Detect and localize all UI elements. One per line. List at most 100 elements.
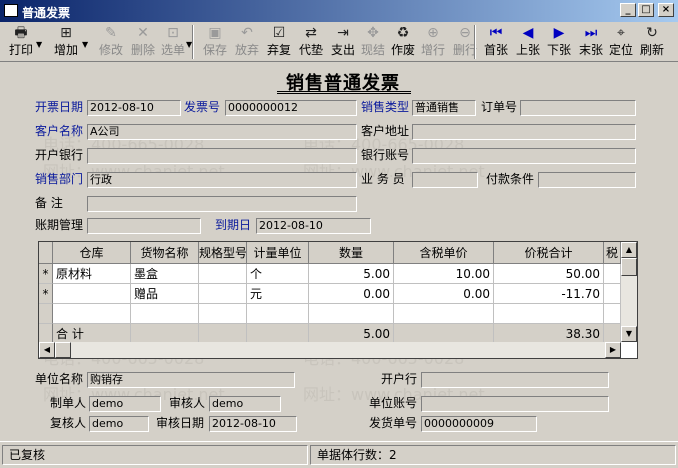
invoice-line-grid[interactable]: 仓库 货物名称 规格型号 计量单位 数量 含税单价 价税合计 税 * 原材料 墨…	[38, 241, 638, 359]
select-doc-icon: ⊡	[167, 25, 179, 41]
review-date-label: 审核日期	[156, 416, 205, 430]
save-icon: ▣	[208, 25, 222, 41]
toolbar-button-last-record[interactable]: ⏭ 末张	[576, 24, 606, 60]
scroll-up-icon[interactable]: ▲	[621, 242, 637, 258]
cell-quantity[interactable]: 0.00	[309, 284, 394, 304]
grid-vertical-scrollbar[interactable]: ▲ ▼	[621, 242, 637, 342]
minimize-button[interactable]: _	[620, 3, 636, 17]
rechecker-field[interactable]: demo	[89, 416, 149, 432]
cell-total[interactable]: -11.70	[494, 284, 604, 304]
row-marker[interactable]	[39, 304, 53, 324]
cell-total[interactable]	[494, 304, 604, 324]
unit-name-field[interactable]: 购销存	[87, 372, 295, 388]
close-button[interactable]: ×	[658, 3, 674, 17]
toolbar-button-printer[interactable]: 🖶 打印	[4, 24, 38, 60]
chevron-down-icon[interactable]: ▼	[36, 40, 42, 49]
toolbar-button-undo[interactable]: ↶ 放弃	[232, 24, 262, 60]
payment-terms-field[interactable]	[538, 172, 636, 188]
column-header-tax[interactable]: 税	[604, 242, 621, 264]
row-marker[interactable]: *	[39, 264, 53, 284]
toolbar-button-locate[interactable]: ⌖ 定位	[606, 24, 636, 60]
cell-item-name[interactable]: 墨盒	[131, 264, 199, 284]
scroll-thumb[interactable]	[55, 342, 71, 358]
customer-address-label: 客户地址	[361, 124, 410, 138]
cell-quantity[interactable]	[309, 304, 394, 324]
cell-tax[interactable]	[604, 284, 621, 304]
grid-horizontal-scrollbar[interactable]: ◀ ▶	[39, 342, 621, 358]
toolbar-button-select-doc[interactable]: ⊡ 选单	[158, 24, 188, 60]
unit-account-field[interactable]	[421, 396, 609, 412]
cell-unit[interactable]: 元	[247, 284, 309, 304]
sales-type-field[interactable]: 普通销售	[412, 100, 476, 116]
cell-item-name[interactable]: 赠品	[131, 284, 199, 304]
invoice-no-field[interactable]: 0000000012	[225, 100, 357, 116]
toolbar-button-save[interactable]: ▣ 保存	[200, 24, 230, 60]
cell-spec[interactable]	[199, 304, 247, 324]
cell-unit-price[interactable]	[394, 304, 494, 324]
toolbar-button-refresh[interactable]: ↻ 刷新	[636, 24, 668, 60]
toolbar-button-prev-record[interactable]: ◀ 上张	[512, 24, 544, 60]
sales-dept-label: 销售部门	[35, 172, 84, 186]
toolbar-button-first-record[interactable]: ⏮ 首张	[480, 24, 512, 60]
toolbar-button-label: 增加	[53, 43, 78, 57]
scroll-right-icon[interactable]: ▶	[605, 342, 621, 358]
column-header-quantity[interactable]: 数量	[309, 242, 394, 264]
toolbar-button-label: 作废	[390, 43, 415, 57]
column-header-item-name[interactable]: 货物名称	[131, 242, 199, 264]
toolbar-separator	[474, 25, 476, 59]
order-no-field[interactable]	[520, 100, 636, 116]
customer-name-field[interactable]: A公司	[87, 124, 357, 140]
cell-warehouse[interactable]: 原材料	[53, 264, 131, 284]
cell-item-name[interactable]	[131, 304, 199, 324]
cell-unit[interactable]: 个	[247, 264, 309, 284]
bank-field[interactable]	[87, 148, 357, 164]
column-header-warehouse[interactable]: 仓库	[53, 242, 131, 264]
account-mgmt-label: 账期管理	[35, 218, 84, 232]
column-header-unit[interactable]: 计量单位	[247, 242, 309, 264]
cell-warehouse[interactable]	[53, 304, 131, 324]
sales-dept-field[interactable]: 行政	[87, 172, 357, 188]
toolbar-button-delete[interactable]: ✕ 删除	[128, 24, 158, 60]
cell-tax[interactable]	[604, 304, 621, 324]
bank-account-field[interactable]	[412, 148, 636, 164]
invoice-date-field[interactable]: 2012-08-10	[87, 100, 181, 116]
salesman-field[interactable]	[412, 172, 478, 188]
cell-spec[interactable]	[199, 264, 247, 284]
toolbar-button-edit[interactable]: ✎ 修改	[96, 24, 126, 60]
scroll-thumb[interactable]	[621, 258, 637, 276]
cell-tax[interactable]	[604, 264, 621, 284]
toolbar-button-add-row[interactable]: ⊕ 增行	[418, 24, 448, 60]
chevron-down-icon[interactable]: ▼	[82, 40, 88, 49]
delivery-no-field[interactable]: 0000000009	[421, 416, 537, 432]
account-mgmt-field[interactable]	[87, 218, 201, 234]
reviewer-field[interactable]: demo	[209, 396, 281, 412]
cell-unit-price[interactable]: 10.00	[394, 264, 494, 284]
row-marker[interactable]: *	[39, 284, 53, 304]
review-date-field[interactable]: 2012-08-10	[209, 416, 297, 432]
column-header-total[interactable]: 价税合计	[494, 242, 604, 264]
cell-spec[interactable]	[199, 284, 247, 304]
toolbar-button-advance[interactable]: ⇄ 代垫	[296, 24, 326, 60]
cell-quantity[interactable]: 5.00	[309, 264, 394, 284]
cell-unit-price[interactable]: 0.00	[394, 284, 494, 304]
remark-field[interactable]	[87, 196, 357, 212]
toolbar-button-expense[interactable]: ⇥ 支出	[328, 24, 358, 60]
column-header-spec[interactable]: 规格型号	[199, 242, 247, 264]
column-header-unit-price[interactable]: 含税单价	[394, 242, 494, 264]
scroll-left-icon[interactable]: ◀	[39, 342, 55, 358]
due-date-field[interactable]: 2012-08-10	[256, 218, 371, 234]
toolbar-button-unapprove[interactable]: ☑ 弃复	[264, 24, 294, 60]
cell-total[interactable]: 50.00	[494, 264, 604, 284]
cell-warehouse[interactable]	[53, 284, 131, 304]
customer-address-field[interactable]	[412, 124, 636, 140]
footer-bank-field[interactable]	[421, 372, 609, 388]
maker-field[interactable]: demo	[89, 396, 161, 412]
toolbar-button-label: 末张	[578, 43, 603, 57]
cell-unit[interactable]	[247, 304, 309, 324]
maximize-button[interactable]: □	[638, 3, 654, 17]
toolbar-button-next-record[interactable]: ▶ 下张	[544, 24, 574, 60]
scroll-down-icon[interactable]: ▼	[621, 326, 637, 342]
toolbar-button-add-doc[interactable]: ⊞ 增加	[48, 24, 84, 60]
toolbar-button-void[interactable]: ♻ 作废	[388, 24, 418, 60]
toolbar-button-cash-settle[interactable]: ✥ 现结	[358, 24, 388, 60]
